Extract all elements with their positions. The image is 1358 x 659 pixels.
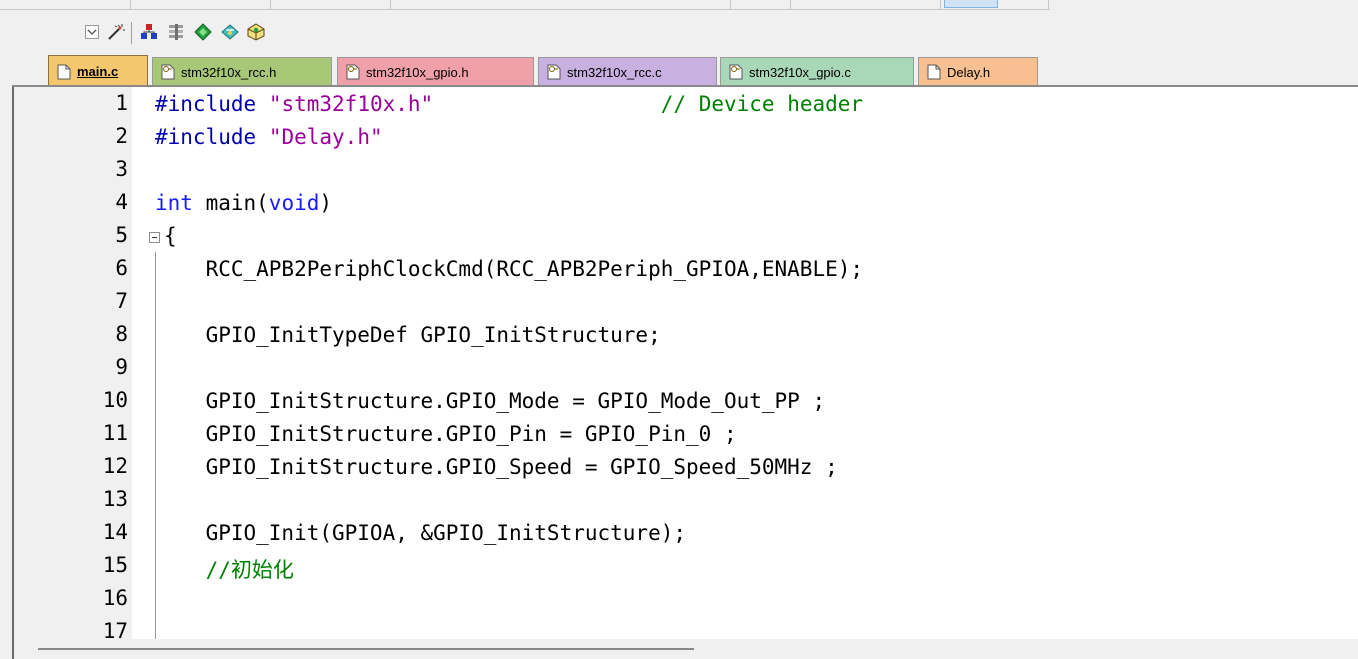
code-line[interactable]: 2 #include "Delay.h" [14,122,1358,155]
code-text: #include "stm32f10x.h" // Device header [155,92,864,116]
line-number: 7 [115,289,128,313]
code-text: RCC_APB2PeriphClockCmd(RCC_APB2Periph_GP… [155,257,864,281]
tab-label: stm32f10x_gpio.h [366,64,469,80]
code-line[interactable]: 14 GPIO_Init(GPIOA, &GPIO_InitStructure)… [14,518,1358,551]
line-number: 12 [102,454,128,478]
line-number: 1 [115,91,128,115]
magic-wand-icon[interactable] [106,22,126,42]
tab-label: Delay.h [947,64,991,80]
source-file-icon [547,64,561,80]
toolbar-separator [130,0,131,9]
code-line[interactable]: 10 GPIO_InitStructure.GPIO_Mode = GPIO_M… [14,386,1358,419]
code-line[interactable]: 11 GPIO_InitStructure.GPIO_Pin = GPIO_Pi… [14,419,1358,452]
code-text: { [164,224,177,248]
line-number: 8 [115,322,128,346]
line-number: 11 [102,421,128,445]
file-icon [57,64,71,79]
tab-stm32f10x-gpio-h[interactable]: stm32f10x_gpio.h [337,57,534,86]
code-text: GPIO_InitStructure.GPIO_Mode = GPIO_Mode… [155,389,826,413]
tab-delay-h[interactable]: Delay.h [918,57,1038,86]
line-number: 14 [102,520,128,544]
code-line[interactable]: 15 //初始化 [14,551,1358,584]
toolbar [0,10,1358,50]
code-line[interactable]: 17 [14,617,1358,639]
line-number: 5 [115,223,128,247]
line-number: 16 [102,586,128,610]
code-line[interactable]: 7 [14,287,1358,320]
tab-label: main.c [77,64,119,79]
tab-label: stm32f10x_rcc.c [567,64,662,80]
line-number: 13 [102,487,128,511]
line-number: 2 [115,124,128,148]
file-icon [927,64,941,80]
tab-label: stm32f10x_rcc.h [181,64,277,80]
toolbar-separator [131,22,132,44]
tab-main-c[interactable]: main.c [48,55,148,87]
code-text: int main(void) [155,191,333,215]
tab-stm32f10x-rcc-h[interactable]: stm32f10x_rcc.h [152,57,332,86]
toolbar-separator [790,0,791,9]
manage-components-icon[interactable] [139,22,159,42]
line-number: 17 [102,619,128,639]
toolbar-separator [390,0,391,9]
line-number: 10 [102,388,128,412]
header-file-icon [161,64,175,80]
tab-stm32f10x-gpio-c[interactable]: stm32f10x_gpio.c [720,57,914,86]
source-file-icon [729,64,743,80]
code-line[interactable]: 12 GPIO_InitStructure.GPIO_Speed = GPIO_… [14,452,1358,485]
line-number: 6 [115,256,128,280]
toolbar-separator [1048,0,1049,9]
code-line[interactable]: 9 [14,353,1358,386]
code-text: #include "Delay.h" [155,125,383,149]
run-time-environment-icon[interactable] [220,22,240,42]
code-line[interactable]: 3 [14,155,1358,188]
code-line[interactable]: 5 { [14,221,1358,254]
package-icon[interactable] [246,22,266,42]
code-text: GPIO_InitStructure.GPIO_Speed = GPIO_Spe… [155,455,838,479]
line-number: 3 [115,157,128,181]
header-file-icon [346,64,360,80]
code-line[interactable]: 13 [14,485,1358,518]
select-software-packs-icon[interactable] [193,22,213,42]
horizontal-scrollbar[interactable] [38,648,694,650]
pack-installer-icon[interactable] [166,22,186,42]
toolbar-separator [270,0,271,9]
code-text: GPIO_Init(GPIOA, &GPIO_InitStructure); [155,521,687,545]
tab-stm32f10x-rcc-c[interactable]: stm32f10x_rcc.c [538,57,717,86]
tab-label: stm32f10x_gpio.c [749,64,851,80]
toolbar-separator [730,0,731,9]
code-text: GPIO_InitTypeDef GPIO_InitStructure; [155,323,661,347]
code-text: GPIO_InitStructure.GPIO_Pin = GPIO_Pin_0… [155,422,737,446]
code-line[interactable]: 8 GPIO_InitTypeDef GPIO_InitStructure; [14,320,1358,353]
line-number: 15 [102,553,128,577]
code-text: //初始化 [205,558,294,582]
line-number: 9 [115,355,128,379]
toolbar-active-button[interactable] [944,0,998,8]
code-line[interactable]: 4 int main(void) [14,188,1358,221]
code-editor[interactable]: 1 #include "stm32f10x.h" // Device heade… [12,87,1358,639]
code-line[interactable]: 16 [14,584,1358,617]
code-line[interactable]: 6 RCC_APB2PeriphClockCmd(RCC_APB2Periph_… [14,254,1358,287]
toolbar-separator [940,0,941,9]
code-line[interactable]: 1 #include "stm32f10x.h" // Device heade… [14,89,1358,122]
line-number: 4 [115,190,128,214]
dropdown-icon[interactable] [82,22,102,42]
